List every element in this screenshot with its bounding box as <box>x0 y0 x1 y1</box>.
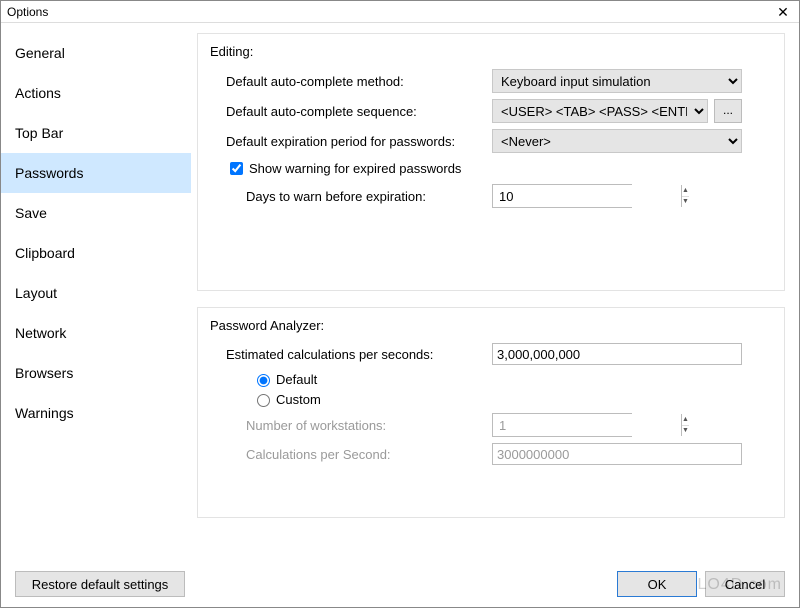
row-estimated-calc: Estimated calculations per seconds: <box>212 343 770 365</box>
window-body: General Actions Top Bar Passwords Save C… <box>1 23 799 561</box>
restore-defaults-button[interactable]: Restore default settings <box>15 571 185 597</box>
radio-group-mode: Default Custom <box>212 371 770 407</box>
footer: Restore default settings OK Cancel <box>1 561 799 607</box>
label-expiration-period: Default expiration period for passwords: <box>212 134 492 149</box>
ok-button[interactable]: OK <box>617 571 697 597</box>
row-autocomplete-method: Default auto-complete method: Keyboard i… <box>212 69 770 93</box>
label-autocomplete-method: Default auto-complete method: <box>212 74 492 89</box>
editing-group: Editing: Default auto-complete method: K… <box>197 33 785 291</box>
select-autocomplete-sequence[interactable]: <USER> <TAB> <PASS> <ENTER> <box>492 99 708 123</box>
row-days-to-warn: Days to warn before expiration: ▲ ▼ <box>212 184 770 208</box>
autocomplete-sequence-more-button[interactable]: ... <box>714 99 742 123</box>
radio-custom[interactable] <box>257 394 270 407</box>
cancel-button[interactable]: Cancel <box>705 571 785 597</box>
label-autocomplete-sequence: Default auto-complete sequence: <box>212 104 492 119</box>
row-autocomplete-sequence: Default auto-complete sequence: <USER> <… <box>212 99 770 123</box>
row-show-warning: Show warning for expired passwords <box>212 159 770 178</box>
content-pane: Editing: Default auto-complete method: K… <box>191 23 799 561</box>
spinner-workstations: ▲ ▼ <box>492 413 632 437</box>
sidebar: General Actions Top Bar Passwords Save C… <box>1 23 191 561</box>
sidebar-item-actions[interactable]: Actions <box>1 73 191 113</box>
select-expiration-period[interactable]: <Never> <box>492 129 742 153</box>
analyzer-title: Password Analyzer: <box>210 318 770 333</box>
sidebar-item-layout[interactable]: Layout <box>1 273 191 313</box>
input-calc-per-second <box>492 443 742 465</box>
spinner-down-icon: ▼ <box>682 426 689 437</box>
sidebar-item-browsers[interactable]: Browsers <box>1 353 191 393</box>
radio-default[interactable] <box>257 374 270 387</box>
row-workstations: Number of workstations: ▲ ▼ <box>212 413 770 437</box>
window-title: Options <box>7 5 773 19</box>
checkbox-show-warning[interactable] <box>230 162 243 175</box>
sidebar-item-warnings[interactable]: Warnings <box>1 393 191 433</box>
label-calc-per-second: Calculations per Second: <box>212 447 492 462</box>
label-show-warning: Show warning for expired passwords <box>249 161 461 176</box>
options-window: Options ✕ General Actions Top Bar Passwo… <box>0 0 800 608</box>
titlebar: Options ✕ <box>1 1 799 23</box>
spinner-down-icon[interactable]: ▼ <box>682 197 689 208</box>
label-days-to-warn: Days to warn before expiration: <box>212 189 492 204</box>
label-radio-custom: Custom <box>276 392 321 407</box>
input-days-to-warn[interactable] <box>493 185 681 207</box>
label-workstations: Number of workstations: <box>212 418 492 433</box>
select-autocomplete-method[interactable]: Keyboard input simulation <box>492 69 742 93</box>
label-radio-default: Default <box>276 372 317 387</box>
spinner-up-icon[interactable]: ▲ <box>682 185 689 197</box>
editing-title: Editing: <box>210 44 770 59</box>
spinner-days-to-warn: ▲ ▼ <box>492 184 632 208</box>
sidebar-item-save[interactable]: Save <box>1 193 191 233</box>
sidebar-item-clipboard[interactable]: Clipboard <box>1 233 191 273</box>
row-calc-per-second: Calculations per Second: <box>212 443 770 465</box>
sidebar-item-passwords[interactable]: Passwords <box>1 153 191 193</box>
sidebar-item-general[interactable]: General <box>1 33 191 73</box>
sidebar-item-top-bar[interactable]: Top Bar <box>1 113 191 153</box>
sidebar-item-network[interactable]: Network <box>1 313 191 353</box>
spinner-up-icon: ▲ <box>682 414 689 426</box>
row-expiration-period: Default expiration period for passwords:… <box>212 129 770 153</box>
label-estimated-calc: Estimated calculations per seconds: <box>212 347 492 362</box>
close-icon[interactable]: ✕ <box>773 5 793 19</box>
input-workstations <box>493 414 681 436</box>
analyzer-group: Password Analyzer: Estimated calculation… <box>197 307 785 518</box>
input-estimated-calc <box>492 343 742 365</box>
